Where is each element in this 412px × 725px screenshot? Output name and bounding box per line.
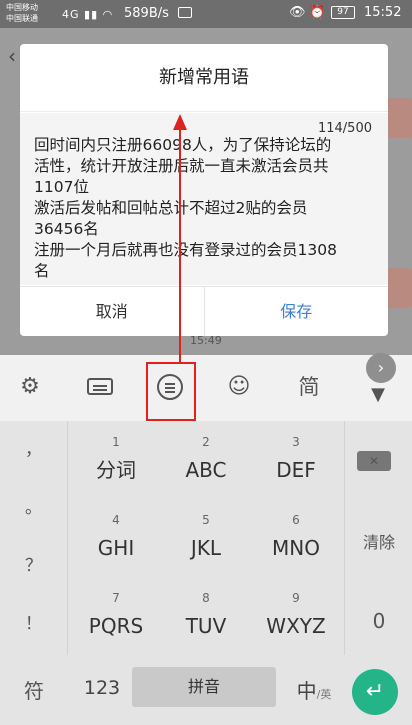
keyboard-bottom-row: 符 123 拼音 中/英 ↵ xyxy=(0,655,412,725)
punctuation-key[interactable]: ？ xyxy=(0,537,67,595)
annotation-arrow-head xyxy=(173,114,187,130)
pinyin-keyboard: ， 。 ？ ！ 1 分词 2 ABC 3 DEF 4 GHI 5 JKL 6 M… xyxy=(0,421,412,725)
key-label: TUV xyxy=(185,614,227,638)
key-label: DEF xyxy=(276,458,316,482)
key-4[interactable]: 4 GHI xyxy=(72,499,160,577)
carrier-info: 中国移动 中国联通 xyxy=(6,2,38,24)
keyboard-icon[interactable] xyxy=(82,369,118,405)
carrier-1: 中国移动 xyxy=(6,3,38,12)
side-column: ✕ 清除 0 xyxy=(344,421,412,655)
carrier-2: 中国联通 xyxy=(6,14,38,23)
enter-icon[interactable]: ↵ xyxy=(352,669,398,715)
keyboard-toolbar: ⚙ ☺ 简 ▼ xyxy=(0,355,412,421)
signal-icon: 4G ▮▮ ◠ xyxy=(62,8,114,21)
add-phrase-dialog: 新增常用语 回时间内只注册66098人，为了保持论坛的 活性，统计开放注册后就一… xyxy=(20,44,388,336)
key-number: 2 xyxy=(202,435,210,449)
status-bar: 中国移动 中国联通 4G ▮▮ ◠ 589B/s 👁 ⏰ 97 15:52 xyxy=(0,0,412,28)
key-number: 8 xyxy=(202,591,210,605)
phrase-text-area[interactable]: 回时间内只注册66098人，为了保持论坛的 活性，统计开放注册后就一直未激活会员… xyxy=(20,113,388,285)
eye-icon: 👁 xyxy=(289,5,306,20)
cancel-button[interactable]: 取消 xyxy=(20,287,205,336)
thumbnail-image xyxy=(384,268,412,308)
backspace-icon[interactable]: ✕ xyxy=(357,451,391,471)
space-key[interactable]: 拼音 xyxy=(132,667,276,707)
key-number: 1 xyxy=(112,435,120,449)
annotation-highlight-box xyxy=(146,362,196,421)
punctuation-key[interactable]: ， xyxy=(0,421,67,479)
punctuation-column: ， 。 ？ ！ xyxy=(0,421,68,655)
network-type: 4G xyxy=(62,8,80,21)
clock: 15:52 xyxy=(364,5,402,20)
emoji-icon[interactable]: ☺ xyxy=(221,369,257,405)
punctuation-key[interactable]: 。 xyxy=(0,479,67,537)
key-number: 5 xyxy=(202,513,210,527)
key-9[interactable]: 9 WXYZ xyxy=(252,577,340,655)
key-number: 9 xyxy=(292,591,300,605)
key-3[interactable]: 3 DEF xyxy=(252,421,340,499)
key-number: 3 xyxy=(292,435,300,449)
key-label: ABC xyxy=(185,458,227,482)
language-toggle[interactable]: 中/英 xyxy=(288,675,340,704)
key-label: WXYZ xyxy=(266,614,326,638)
numbers-key[interactable]: 123 xyxy=(76,677,128,699)
annotation-arrow-line xyxy=(179,128,181,364)
save-button[interactable]: 保存 xyxy=(205,287,389,336)
zero-key[interactable]: 0 xyxy=(345,609,412,633)
battery-icon: 97 xyxy=(331,6,355,19)
key-label: 分词 xyxy=(96,458,136,482)
key-2[interactable]: 2 ABC xyxy=(162,421,250,499)
back-arrow-icon: ‹ xyxy=(8,44,16,68)
dialog-actions: 取消 保存 xyxy=(20,286,388,336)
clear-button[interactable]: 清除 xyxy=(345,529,412,553)
punctuation-key[interactable]: ！ xyxy=(0,595,67,653)
key-label: JKL xyxy=(190,536,222,560)
key-6[interactable]: 6 MNO xyxy=(252,499,340,577)
thumbnail-image xyxy=(384,98,412,138)
key-1[interactable]: 1 分词 xyxy=(72,421,160,499)
key-8[interactable]: 8 TUV xyxy=(162,577,250,655)
chevron-right-icon[interactable]: › xyxy=(366,353,396,383)
key-5[interactable]: 5 JKL xyxy=(162,499,250,577)
key-number: 6 xyxy=(292,513,300,527)
key-label: GHI xyxy=(97,536,135,560)
key-label: PQRS xyxy=(88,614,144,638)
alarm-icon: ⏰ xyxy=(309,5,326,20)
phrase-content[interactable]: 回时间内只注册66098人，为了保持论坛的 活性，统计开放注册后就一直未激活会员… xyxy=(34,135,378,282)
symbol-key[interactable]: 符 xyxy=(10,675,58,704)
key-number: 4 xyxy=(112,513,120,527)
lang-alt: 英 xyxy=(320,688,332,701)
simplified-chinese-toggle[interactable]: 简 xyxy=(291,369,327,405)
key-number: 7 xyxy=(112,591,120,605)
character-counter: 114/500 xyxy=(317,121,372,136)
network-speed: 589B/s xyxy=(124,6,169,21)
key-label: MNO xyxy=(272,536,320,560)
gear-icon[interactable]: ⚙ xyxy=(12,369,48,405)
message-icon xyxy=(178,7,192,18)
lang-main: 中 xyxy=(296,679,317,703)
key-7[interactable]: 7 PQRS xyxy=(72,577,160,655)
dialog-title: 新增常用语 xyxy=(20,44,388,112)
